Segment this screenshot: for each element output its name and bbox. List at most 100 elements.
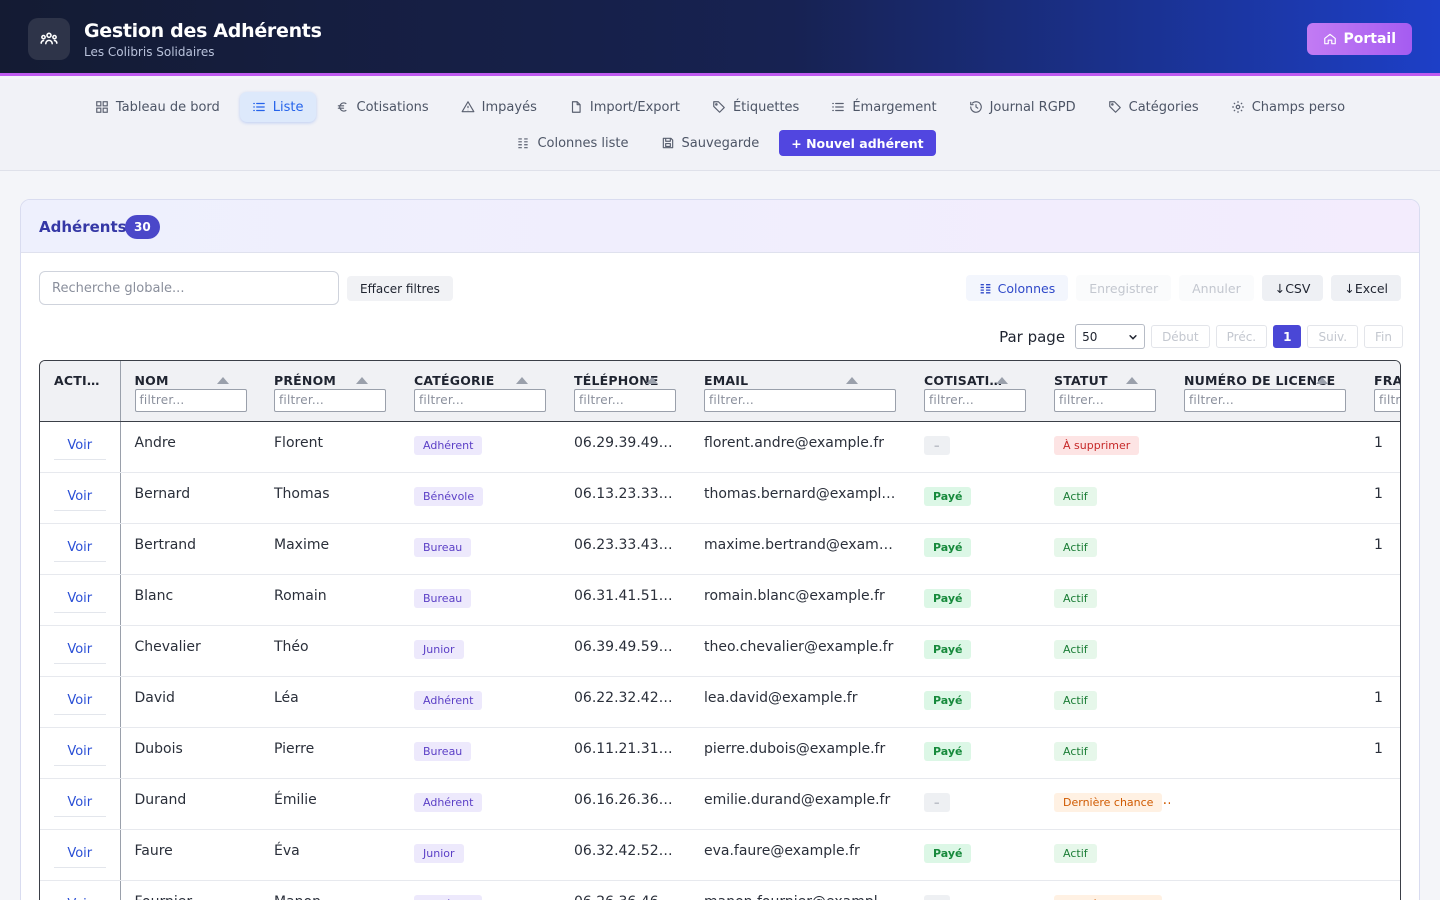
nav-tab-etiquettes[interactable]: Étiquettes bbox=[700, 92, 811, 122]
view-member-button[interactable]: Voir bbox=[53, 636, 106, 664]
cell-statut: À supprimer bbox=[1040, 421, 1170, 473]
view-member-button[interactable]: Voir bbox=[53, 840, 106, 868]
global-search-input[interactable] bbox=[39, 271, 339, 305]
page-next-button[interactable]: Suiv. bbox=[1307, 325, 1359, 348]
column-filter-statut[interactable]: filtrer... bbox=[1054, 389, 1156, 412]
cell-nom: Andre bbox=[120, 421, 260, 473]
nav-tab-impayes[interactable]: Impayés bbox=[449, 92, 549, 122]
sort-ascending-icon[interactable] bbox=[1126, 377, 1138, 384]
page-first-button[interactable]: Début bbox=[1151, 325, 1210, 348]
euro-icon bbox=[337, 102, 347, 112]
cell-prenom: Thomas bbox=[260, 472, 400, 524]
per-page-select[interactable]: 50 bbox=[1075, 324, 1146, 349]
cell-telephone: 06.23.33.43.... bbox=[560, 523, 690, 575]
cell-licence bbox=[1170, 880, 1360, 900]
view-member-button[interactable]: Voir bbox=[53, 585, 106, 613]
new-member-button[interactable]: + Nouvel adhérent bbox=[779, 130, 936, 156]
per-page-label: Par page bbox=[999, 327, 1066, 346]
save-view-button[interactable]: Enregistrer bbox=[1076, 275, 1172, 301]
nav-tab-list[interactable]: Liste bbox=[239, 92, 316, 122]
view-member-button[interactable]: Voir bbox=[53, 738, 106, 766]
column-header-categorie[interactable]: CATÉGORIE filtrer... bbox=[400, 361, 560, 422]
cell-licence bbox=[1170, 472, 1360, 524]
sort-ascending-icon[interactable] bbox=[356, 377, 368, 384]
column-filter-fra[interactable]: filtrer... bbox=[1374, 389, 1400, 412]
column-filter-nom[interactable]: filtrer... bbox=[134, 389, 247, 412]
page-last-button[interactable]: Fin bbox=[1364, 325, 1403, 348]
sort-ascending-icon[interactable] bbox=[996, 377, 1008, 384]
category-badge: Junior bbox=[414, 843, 464, 863]
view-member-button[interactable]: Voir bbox=[53, 534, 106, 562]
cell-action: Voir bbox=[40, 523, 121, 575]
category-badge: Bureau bbox=[414, 537, 472, 557]
column-filter-prenom[interactable]: filtrer... bbox=[274, 389, 386, 412]
category-badge: Bénévole bbox=[414, 486, 484, 506]
sort-ascending-icon[interactable] bbox=[646, 377, 658, 384]
cell-licence bbox=[1170, 574, 1360, 626]
cell-email: emilie.durand@example.fr bbox=[690, 778, 910, 830]
column-filter-email[interactable]: filtrer... bbox=[704, 389, 896, 412]
portal-button[interactable]: Portail bbox=[1307, 23, 1412, 55]
cell-prenom: Pierre bbox=[260, 727, 400, 779]
column-header-licence[interactable]: NUMÉRO DE LICENCE filtrer... bbox=[1170, 361, 1360, 422]
nav-tab-champs-perso[interactable]: Champs perso bbox=[1219, 92, 1357, 122]
nav-tab-sauvegarde[interactable]: Sauvegarde bbox=[649, 128, 772, 158]
nav-tab-label: Étiquettes bbox=[732, 99, 800, 115]
cell-categorie: Bureau bbox=[400, 574, 560, 626]
cell-cotisation: Payé bbox=[910, 676, 1040, 728]
column-header-label: ACTI… bbox=[54, 373, 100, 388]
column-filter-categorie[interactable]: filtrer... bbox=[414, 389, 546, 412]
page-prev-button[interactable]: Préc. bbox=[1215, 325, 1268, 348]
view-member-button[interactable]: Voir bbox=[53, 483, 106, 511]
column-header-fra[interactable]: FRAfiltrer... bbox=[1360, 361, 1400, 422]
column-filter-cotisation[interactable]: filtrer... bbox=[924, 389, 1026, 412]
nav-tab-label: Sauvegarde bbox=[681, 135, 760, 151]
column-header-nom[interactable]: NOM filtrer... bbox=[120, 361, 260, 422]
category-badge: Adhérent bbox=[414, 435, 483, 455]
sort-ascending-icon[interactable] bbox=[846, 377, 858, 384]
view-member-button[interactable]: Voir bbox=[53, 687, 106, 715]
nav-row-1: Tableau de bord Liste Cotisations Impayé… bbox=[0, 92, 1440, 122]
cell-categorie: Adhérent bbox=[400, 676, 560, 728]
column-header-telephone[interactable]: TÉLÉPHONE filtrer... bbox=[560, 361, 690, 422]
nav-tab-categories[interactable]: Catégories bbox=[1096, 92, 1211, 122]
export-csv-button[interactable]: ↓CSV bbox=[1261, 275, 1324, 301]
sort-ascending-icon[interactable] bbox=[216, 377, 229, 384]
sort-ascending-icon[interactable] bbox=[1316, 377, 1328, 384]
column-header-email[interactable]: EMAIL filtrer... bbox=[690, 361, 910, 422]
column-header-label: STATUT bbox=[1054, 373, 1108, 388]
tag-icon bbox=[713, 101, 725, 113]
cell-statut: Actif bbox=[1040, 676, 1170, 728]
column-header-statut[interactable]: STATUT filtrer... bbox=[1040, 361, 1170, 422]
nav-tab-emargement[interactable]: Émargement bbox=[819, 92, 948, 122]
cancel-view-button[interactable]: Annuler bbox=[1179, 275, 1254, 301]
status-badge: Dernière chance bbox=[1054, 792, 1163, 812]
nav-tab-cotisations[interactable]: Cotisations bbox=[324, 92, 441, 122]
column-header-cotisation[interactable]: COTISATI… filtrer... bbox=[910, 361, 1040, 422]
nav-tab-import-export[interactable]: Import/Export bbox=[557, 92, 692, 122]
column-header-prenom[interactable]: PRÉNOM filtrer... bbox=[260, 361, 400, 422]
column-header-acti[interactable]: ACTI… bbox=[40, 361, 121, 422]
view-member-button[interactable]: Voir bbox=[53, 789, 106, 817]
column-filter-licence[interactable]: filtrer... bbox=[1184, 389, 1346, 412]
view-member-button[interactable]: Voir bbox=[53, 432, 106, 460]
app-subtitle: Les Colibris Solidaires bbox=[84, 45, 215, 59]
cell-action: Voir bbox=[40, 625, 121, 677]
view-member-button[interactable]: Voir bbox=[54, 891, 106, 900]
nav-tab-colonnes-liste[interactable]: Colonnes liste bbox=[504, 128, 640, 158]
column-filter-telephone[interactable]: filtrer... bbox=[574, 389, 676, 412]
nav-tab-journal-rgpd[interactable]: Journal RGPD bbox=[957, 92, 1088, 122]
cell-email: lea.david@example.fr bbox=[690, 676, 910, 728]
cell-cotisation: – bbox=[910, 421, 1040, 473]
export-excel-button[interactable]: ↓Excel bbox=[1331, 275, 1401, 301]
nav-tab-label: Liste bbox=[272, 99, 304, 115]
clear-filters-button[interactable]: Effacer filtres bbox=[347, 276, 453, 301]
nav-tab-dashboard[interactable]: Tableau de bord bbox=[83, 92, 232, 122]
page-current-button[interactable]: 1 bbox=[1273, 325, 1302, 348]
columns-button[interactable]: Colonnes bbox=[965, 275, 1069, 301]
cell-licence bbox=[1170, 778, 1360, 830]
nav-tab-label: Tableau de bord bbox=[115, 99, 220, 115]
sort-ascending-icon[interactable] bbox=[516, 377, 528, 384]
list-icon bbox=[252, 102, 265, 112]
warning-icon bbox=[461, 101, 475, 113]
